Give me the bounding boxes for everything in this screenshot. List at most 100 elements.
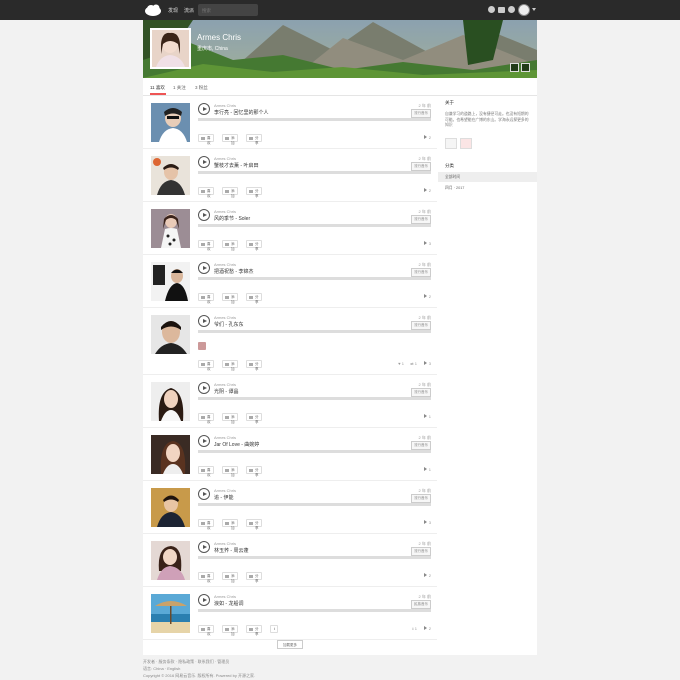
track-cover[interactable] <box>151 382 190 421</box>
add-button[interactable]: 添加 <box>222 572 238 583</box>
like-button[interactable]: 喜欢 <box>198 572 214 583</box>
track-artist[interactable]: Armes Chris <box>214 541 236 546</box>
track-title[interactable]: 光阴 - 谭晶 <box>214 388 238 395</box>
track-waveform[interactable] <box>198 397 431 400</box>
tab-followers[interactable]: 3 粉丝 <box>195 85 208 91</box>
track-cover[interactable] <box>151 315 190 354</box>
nav-stream[interactable]: 流派 <box>184 7 194 14</box>
chevron-down-icon[interactable] <box>532 8 536 11</box>
track-artist[interactable]: Armes Chris <box>214 382 236 387</box>
tab-following[interactable]: 1 关注 <box>173 85 186 91</box>
genre-badge[interactable]: 民族音乐 <box>411 600 431 609</box>
add-button[interactable]: 添加 <box>222 625 238 636</box>
add-button[interactable]: 添加 <box>222 240 238 251</box>
add-button[interactable]: 添加 <box>222 413 238 424</box>
track-title[interactable]: 追 - 伊能 <box>214 494 233 501</box>
track-title[interactable]: 浪如 - 龙船调 <box>214 600 243 607</box>
like-button[interactable]: 喜欢 <box>198 519 214 530</box>
notification-icon[interactable] <box>488 6 495 13</box>
share-button[interactable]: 分享 <box>246 240 262 251</box>
track-waveform[interactable] <box>198 450 431 453</box>
track-title[interactable]: 蟹枝才去薰 - 叶启田 <box>214 162 258 169</box>
track-cover[interactable] <box>151 262 190 301</box>
track-waveform[interactable] <box>198 609 431 612</box>
play-button[interactable] <box>198 262 210 274</box>
play-button[interactable] <box>198 156 210 168</box>
weibo-icon[interactable] <box>460 138 472 149</box>
track-artist[interactable]: Armes Chris <box>214 156 236 161</box>
share-button[interactable]: 分享 <box>246 413 262 424</box>
genre-badge[interactable]: 流行音乐 <box>411 321 431 330</box>
track-title[interactable]: 李行亮 - 回忆里的那个人 <box>214 109 268 116</box>
cloud-logo-icon[interactable] <box>143 3 163 17</box>
add-button[interactable]: 添加 <box>222 134 238 145</box>
genre-badge[interactable]: 流行音乐 <box>411 494 431 503</box>
follow-user-icon[interactable] <box>521 63 530 72</box>
track-waveform[interactable] <box>198 224 431 227</box>
mail-icon[interactable] <box>498 7 505 13</box>
play-button[interactable] <box>198 103 210 115</box>
share-button[interactable]: 分享 <box>246 360 262 371</box>
share-button[interactable]: 分享 <box>246 519 262 530</box>
track-cover[interactable] <box>151 594 190 633</box>
like-button[interactable]: 喜欢 <box>198 134 214 145</box>
genre-badge[interactable]: 流行音乐 <box>411 268 431 277</box>
track-waveform[interactable] <box>198 503 431 506</box>
track-cover[interactable] <box>151 488 190 527</box>
track-artist[interactable]: Armes Chris <box>214 594 236 599</box>
like-button[interactable]: 喜欢 <box>198 240 214 251</box>
track-cover[interactable] <box>151 435 190 474</box>
like-button[interactable]: 喜欢 <box>198 187 214 198</box>
play-button[interactable] <box>198 488 210 500</box>
play-button[interactable] <box>198 541 210 553</box>
github-icon[interactable] <box>445 138 457 149</box>
track-title[interactable]: Jar Of Love - 曲婉婷 <box>214 441 259 448</box>
add-button[interactable]: 添加 <box>222 187 238 198</box>
user-avatar[interactable] <box>518 4 530 16</box>
like-button[interactable]: 喜欢 <box>198 625 214 636</box>
footer-language[interactable]: 语言: China · English <box>143 666 180 672</box>
like-button[interactable]: 喜欢 <box>198 360 214 371</box>
share-button[interactable]: 分享 <box>246 572 262 583</box>
play-button[interactable] <box>198 435 210 447</box>
genre-badge[interactable]: 流行音乐 <box>411 215 431 224</box>
like-button[interactable]: 喜欢 <box>198 293 214 304</box>
track-waveform[interactable] <box>198 118 431 121</box>
track-title[interactable]: 爷们 - 孔东东 <box>214 321 243 328</box>
play-button[interactable] <box>198 382 210 394</box>
search-input[interactable] <box>198 4 258 16</box>
nav-discover[interactable]: 发现 <box>168 7 178 14</box>
track-cover[interactable] <box>151 541 190 580</box>
share-button[interactable]: 分享 <box>246 466 262 477</box>
track-artist[interactable]: Armes Chris <box>214 209 236 214</box>
like-button[interactable]: 喜欢 <box>198 413 214 424</box>
track-title[interactable]: 风的季节 - Soler <box>214 215 250 222</box>
track-artist[interactable]: Armes Chris <box>214 488 236 493</box>
genre-badge[interactable]: 流行音乐 <box>411 162 431 171</box>
category-april-2017[interactable]: 四月 · 2017 <box>438 183 537 193</box>
track-waveform[interactable] <box>198 277 431 280</box>
commenter-avatar[interactable] <box>198 342 206 350</box>
track-artist[interactable]: Armes Chris <box>214 103 236 108</box>
track-waveform[interactable] <box>198 556 431 559</box>
message-icon[interactable] <box>510 63 519 72</box>
track-cover[interactable] <box>151 156 190 195</box>
add-button[interactable]: 添加 <box>222 293 238 304</box>
download-button[interactable]: ⭳ <box>270 625 279 633</box>
track-title[interactable]: 林玉荞 - 周云蓬 <box>214 547 248 554</box>
category-all[interactable]: 全部时间 <box>438 172 537 182</box>
play-button[interactable] <box>198 315 210 327</box>
share-button[interactable]: 分享 <box>246 134 262 145</box>
genre-badge[interactable]: 流行音乐 <box>411 547 431 556</box>
settings-icon[interactable] <box>508 6 515 13</box>
track-cover[interactable] <box>151 103 190 142</box>
share-button[interactable]: 分享 <box>246 293 262 304</box>
share-button[interactable]: 分享 <box>246 625 262 636</box>
genre-badge[interactable]: 流行音乐 <box>411 388 431 397</box>
add-button[interactable]: 添加 <box>222 360 238 371</box>
track-cover[interactable] <box>151 209 190 248</box>
play-button[interactable] <box>198 209 210 221</box>
genre-badge[interactable]: 流行音乐 <box>411 109 431 118</box>
track-waveform[interactable] <box>198 330 431 333</box>
add-button[interactable]: 添加 <box>222 519 238 530</box>
